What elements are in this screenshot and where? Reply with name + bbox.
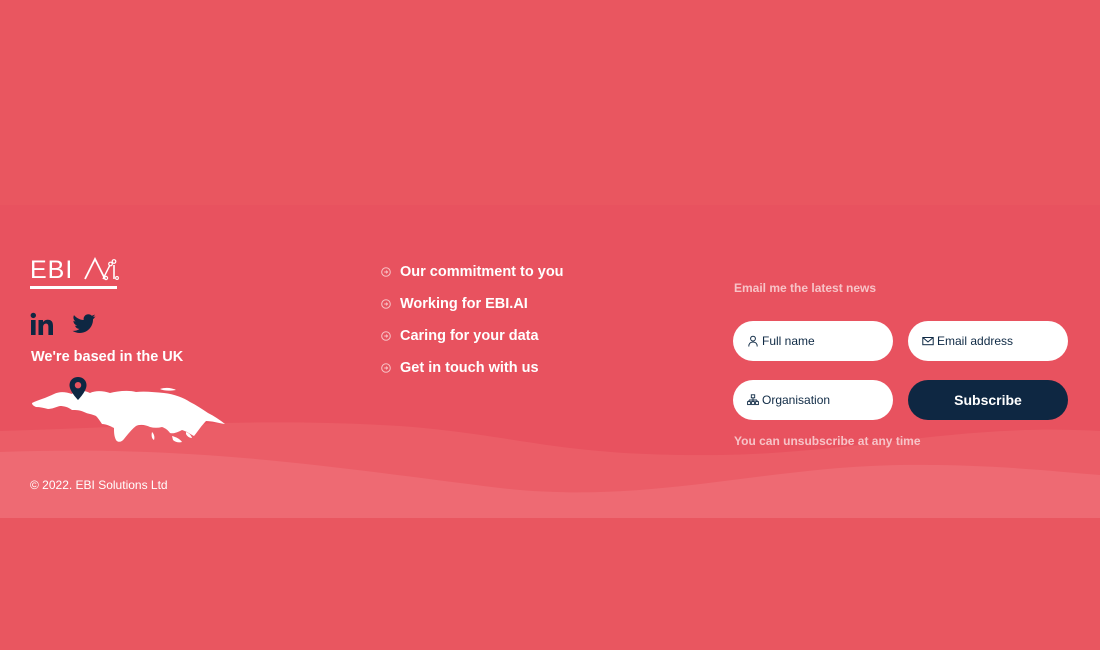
circle-arrow-icon <box>381 267 391 277</box>
bottom-band <box>0 518 1100 650</box>
copyright: © 2022. EBI Solutions Ltd <box>30 478 168 492</box>
ebi-ai-logo[interactable]: EBI <box>30 257 120 291</box>
footer-link-label: Get in touch with us <box>400 360 539 376</box>
organisation-field[interactable] <box>733 380 893 420</box>
full-name-input[interactable] <box>762 334 882 348</box>
user-icon <box>748 335 758 347</box>
footer-link-label: Working for EBI.AI <box>400 296 528 312</box>
footer-link-data[interactable]: Caring for your data <box>381 320 564 352</box>
circle-arrow-icon <box>381 299 391 309</box>
logo-text: EBI <box>30 256 74 284</box>
footer-link-commitment[interactable]: Our commitment to you <box>381 256 564 288</box>
top-band <box>0 0 1100 205</box>
subscribe-button[interactable]: Subscribe <box>908 380 1068 420</box>
footer-link-careers[interactable]: Working for EBI.AI <box>381 288 564 320</box>
organisation-icon <box>747 394 759 406</box>
unsubscribe-note: You can unsubscribe at any time <box>734 434 921 448</box>
footer-links: Our commitment to you Working for EBI.AI… <box>381 256 564 384</box>
newsletter-heading: Email me the latest news <box>734 281 877 295</box>
footer-link-contact[interactable]: Get in touch with us <box>381 352 564 384</box>
world-map <box>32 377 225 443</box>
twitter-icon[interactable] <box>72 313 96 335</box>
footer-link-label: Caring for your data <box>400 328 539 344</box>
page: EBI We're based in the UK © 2022. EBI So… <box>0 0 1100 650</box>
circle-arrow-icon <box>381 363 391 373</box>
social-links <box>30 311 96 337</box>
footer-link-label: Our commitment to you <box>400 264 564 280</box>
logo-underline <box>30 286 117 289</box>
organisation-input[interactable] <box>762 393 882 407</box>
linkedin-icon[interactable] <box>30 312 54 336</box>
location-label: We're based in the UK <box>31 349 184 365</box>
full-name-field[interactable] <box>733 321 893 361</box>
circle-arrow-icon <box>381 331 391 341</box>
email-input[interactable] <box>937 334 1057 348</box>
email-field[interactable] <box>908 321 1068 361</box>
ai-circuit-logo-icon <box>84 257 119 281</box>
envelope-icon <box>922 337 934 346</box>
